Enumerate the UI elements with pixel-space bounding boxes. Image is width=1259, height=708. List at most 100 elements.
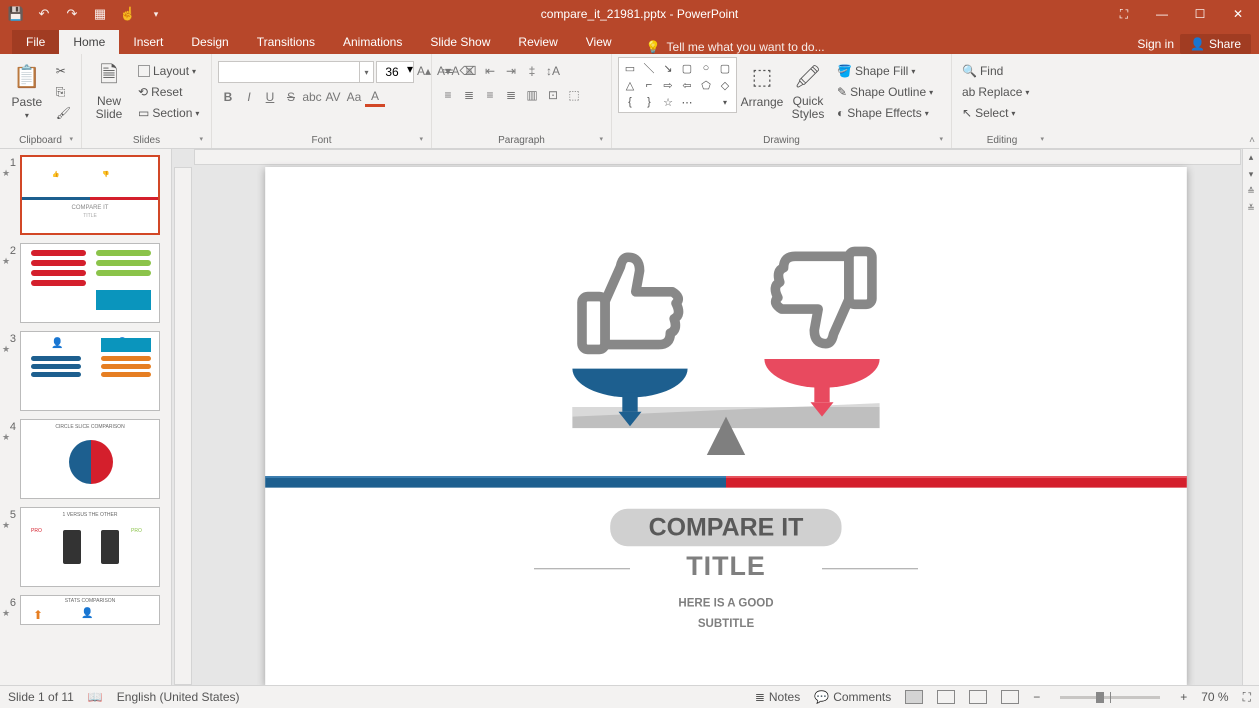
shape-brace-icon[interactable]: { [621,94,639,110]
layout-button[interactable]: Layout▾ [134,61,203,81]
shape-star-icon[interactable]: ☆ [659,94,677,110]
start-from-beginning-icon[interactable]: ▦ [92,6,108,22]
redo-icon[interactable]: ↷ [64,6,80,22]
tab-view[interactable]: View [572,30,626,54]
reading-view-button[interactable] [969,690,987,704]
slide-thumbnails-pane[interactable]: 1★ 👍👎 COMPARE IT TITLE 2★ 3★ [0,149,172,685]
shape-textbox-icon[interactable]: ▭ [621,60,639,76]
underline-button[interactable]: U [260,87,280,107]
change-case-button[interactable]: Aa [344,87,364,107]
compare-it-pill[interactable]: COMPARE IT [610,509,842,546]
thumb-6[interactable]: 6★ STATS COMPARISON ⬆ 👤 [2,595,169,625]
arrange-button[interactable]: ⬚Arrange [741,57,783,109]
thumb-3[interactable]: 3★ 👤👤 [2,331,169,411]
undo-icon[interactable]: ↶ [36,6,52,22]
font-color-button[interactable]: A [365,87,385,107]
find-button[interactable]: 🔍Find [958,61,1033,81]
strike-button[interactable]: S [281,87,301,107]
tab-design[interactable]: Design [177,30,242,54]
scroll-up-icon[interactable]: ▴ [1243,149,1259,166]
quick-styles-button[interactable]: 🖍Quick Styles [787,57,829,121]
thumb-5[interactable]: 5★ 1 VERSUS THE OTHER PRO PRO [2,507,169,587]
columns-button[interactable]: ▥ [522,85,542,105]
reset-button[interactable]: ⟲Reset [134,82,203,102]
sign-in-link[interactable]: Sign in [1137,37,1174,51]
smartart-button[interactable]: ⬚ [564,85,584,105]
font-size-combo[interactable]: ▾ [376,61,414,83]
comments-button[interactable]: 💬Comments [814,690,891,704]
scroll-down-icon[interactable]: ▾ [1243,166,1259,183]
divider-bar[interactable] [265,476,1187,488]
tab-file[interactable]: File [12,30,59,54]
slide-counter[interactable]: Slide 1 of 11 [8,690,74,704]
zoom-in-button[interactable]: + [1180,690,1187,704]
format-painter-button[interactable]: 🖌 [52,103,75,123]
horizontal-ruler[interactable] [194,149,1241,165]
thumb-4[interactable]: 4★ CIRCLE SLICE COMPARISON [2,419,169,499]
collapse-ribbon-icon[interactable]: ˄ [1249,135,1255,146]
bold-button[interactable]: B [218,87,238,107]
qat-more-icon[interactable]: ▾ [148,6,164,22]
normal-view-button[interactable] [905,690,923,704]
thumbnail[interactable]: 👤👤 [20,331,160,411]
select-button[interactable]: ↖Select▾ [958,103,1033,123]
shape-more-icon[interactable]: ⋯ [678,94,696,110]
copy-button[interactable]: ⎘ [52,82,75,102]
thumb-1[interactable]: 1★ 👍👎 COMPARE IT TITLE [2,155,169,235]
notes-button[interactable]: ≣Notes [755,690,800,704]
thumbnail[interactable]: CIRCLE SLICE COMPARISON [20,419,160,499]
char-spacing-button[interactable]: AV [323,87,343,107]
thumbnail[interactable]: 1 VERSUS THE OTHER PRO PRO [20,507,160,587]
align-text-button[interactable]: ⊡ [543,85,563,105]
tab-transitions[interactable]: Transitions [243,30,329,54]
touch-mode-icon[interactable]: ☝ [120,6,136,22]
prev-slide-icon[interactable]: ≙ [1243,183,1259,200]
zoom-out-button[interactable]: − [1033,690,1040,704]
shape-arrow-icon[interactable]: ⇨ [659,77,677,93]
font-family-combo[interactable]: ▾ [218,61,374,83]
vertical-ruler[interactable] [174,167,192,685]
balance-scale-graphic[interactable] [514,225,936,494]
title-placeholder[interactable]: TITLE [265,551,1187,582]
font-family-input[interactable] [219,62,359,82]
thumbnail[interactable]: 👍👎 COMPARE IT TITLE [20,155,160,235]
tab-slideshow[interactable]: Slide Show [416,30,504,54]
subtitle-placeholder[interactable]: HERE IS A GOODSUBTITLE [265,593,1187,633]
slideshow-view-button[interactable] [1001,690,1019,704]
align-center-button[interactable]: ≣ [459,85,479,105]
shape-line-arrow-icon[interactable]: ↘ [659,60,677,76]
slide-canvas[interactable]: COMPARE IT TITLE HERE IS A GOODSUBTITLE [265,167,1187,685]
ribbon-display-icon[interactable]: ⛶ [1107,4,1141,24]
shape-line-icon[interactable]: ＼ [640,60,658,76]
tab-review[interactable]: Review [504,30,571,54]
numbering-button[interactable]: ≡ [459,61,479,81]
fit-to-window-button[interactable]: ⛶ [1243,690,1251,705]
zoom-level[interactable]: 70 % [1201,690,1228,704]
shape-elbow-icon[interactable]: ⌐ [640,77,658,93]
increase-indent-button[interactable]: ⇥ [501,61,521,81]
shape-callout-icon[interactable]: ◇ [716,77,734,93]
close-button[interactable]: ✕ [1221,4,1255,24]
shape-fill-button[interactable]: 🪣Shape Fill▾ [833,61,937,81]
zoom-slider[interactable] [1060,696,1160,699]
align-right-button[interactable]: ≡ [480,85,500,105]
tab-insert[interactable]: Insert [119,30,177,54]
shape-rrect-icon[interactable]: ▢ [716,60,734,76]
maximize-button[interactable]: ☐ [1183,4,1217,24]
line-spacing-button[interactable]: ‡ [522,61,542,81]
cut-button[interactable]: ✂ [52,61,75,81]
shapes-gallery[interactable]: ▭＼↘▢○▢ △⌐⇨⇦⬠◇ {}☆⋯▾ [618,57,737,113]
shadow-button[interactable]: abc [302,87,322,107]
italic-button[interactable]: I [239,87,259,107]
text-direction-button[interactable]: ↕A [543,61,563,81]
tab-animations[interactable]: Animations [329,30,416,54]
thumbnail[interactable]: STATS COMPARISON ⬆ 👤 [20,595,160,625]
slide-editor[interactable]: ▴ ▾ ≙ ≚ [172,149,1259,685]
language-status[interactable]: English (United States) [117,690,240,704]
bullets-button[interactable]: ≔ [438,61,458,81]
tell-me-search[interactable]: 💡 Tell me what you want to do... [646,40,825,54]
decrease-indent-button[interactable]: ⇤ [480,61,500,81]
vertical-scrollbar[interactable]: ▴ ▾ ≙ ≚ [1242,149,1259,685]
gallery-more-icon[interactable]: ▾ [716,94,734,110]
justify-button[interactable]: ≣ [501,85,521,105]
